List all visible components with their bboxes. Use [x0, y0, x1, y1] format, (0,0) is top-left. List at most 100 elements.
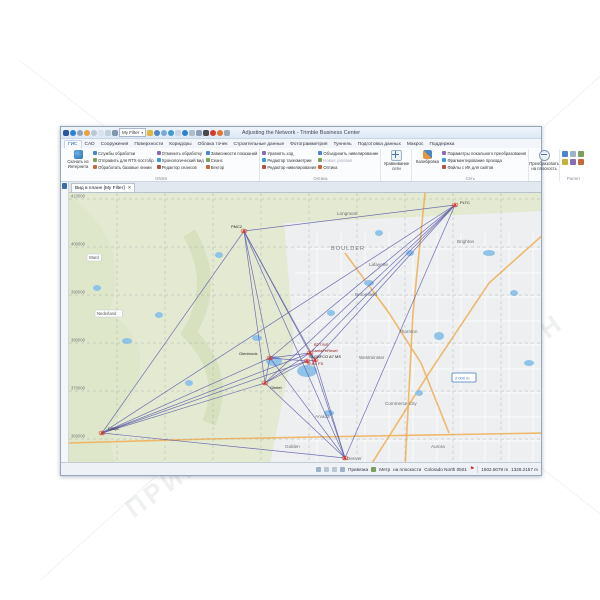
- grid-toggle-icon[interactable]: [324, 467, 329, 472]
- map-city-label: Denver: [347, 456, 362, 461]
- flag-red-icon[interactable]: [210, 130, 216, 136]
- tab-строительные-данные[interactable]: Строительные данные: [231, 141, 288, 148]
- tab-поддержка[interactable]: Поддержка: [426, 141, 457, 148]
- pan-icon[interactable]: [161, 130, 167, 136]
- report-icon[interactable]: [196, 130, 202, 136]
- command-icon: [262, 158, 266, 162]
- compute-tool-icon[interactable]: [578, 159, 584, 165]
- ortho-toggle-icon[interactable]: [332, 467, 337, 472]
- grid-northing-label: 360000: [71, 434, 86, 439]
- ribbon-group-adjust: Уравнивание сети: [380, 149, 411, 181]
- ribbon-button[interactable]: Отправить для RTX-постобр.: [93, 157, 155, 163]
- compute-tool-icon[interactable]: [562, 151, 568, 157]
- ribbon-button[interactable]: Сеанс: [206, 157, 258, 163]
- map-canvas[interactable]: 410000400000390000380000370000360000Long…: [69, 193, 541, 462]
- forward-icon[interactable]: [77, 130, 83, 136]
- map-city-label: Westminster: [359, 355, 385, 360]
- ribbon-button[interactable]: Редактор тахеометрии: [262, 157, 316, 163]
- command-icon: [206, 165, 210, 169]
- tab-коридоры[interactable]: Коридоры: [166, 141, 194, 148]
- map-city-label: BOULDER: [331, 246, 365, 252]
- units-label[interactable]: Метр: [379, 467, 390, 472]
- redo-icon[interactable]: [91, 130, 97, 136]
- transform-button[interactable]: Преобразовать на плоскость: [531, 149, 557, 171]
- ribbon-button[interactable]: Редактор сеансов: [157, 164, 204, 170]
- adjust-network-button[interactable]: Уравнивание сети: [383, 149, 409, 171]
- network-adjust-icon: [391, 150, 402, 161]
- ribbon-button[interactable]: Файлы с ИК для сайтов: [442, 164, 526, 170]
- station-label: B2T MS: [314, 342, 329, 347]
- map-town-label: Nederland: [97, 311, 117, 316]
- ribbon-button[interactable]: Службы обработки: [93, 150, 155, 156]
- tab-подготовка-данных[interactable]: Подготовка данных: [355, 141, 404, 148]
- plan-view-tab[interactable]: Вид в плане [My Filter] ✕: [71, 183, 135, 192]
- snap-mode-icon[interactable]: [316, 467, 321, 472]
- map-view[interactable]: 410000400000390000380000370000360000Long…: [69, 193, 541, 462]
- ribbon-button[interactable]: Объединить нивелирование: [318, 150, 378, 156]
- chevron-down-icon: ▾: [141, 129, 143, 136]
- flag-icon[interactable]: ⚑: [470, 467, 474, 472]
- download-internet-button[interactable]: Скачать из Интернета: [65, 149, 91, 169]
- command-icon: [206, 158, 210, 162]
- open-icon[interactable]: [98, 130, 104, 136]
- ribbon-group-network: Калибровка Параметры локального преобраз…: [411, 149, 528, 181]
- group-label-gnss: GNSS: [65, 176, 257, 181]
- save-icon[interactable]: [105, 130, 111, 136]
- dropdown-icon[interactable]: [224, 130, 230, 136]
- ribbon-button[interactable]: Уравнять ход: [262, 150, 316, 156]
- command-icon: [318, 165, 322, 169]
- ribbon-button[interactable]: Зависимости показаний: [206, 150, 258, 156]
- undo-icon[interactable]: [84, 130, 90, 136]
- layers-status-icon[interactable]: [340, 467, 345, 472]
- ribbon-button[interactable]: Оптика: [318, 164, 378, 170]
- quick-access-toolbar: [63, 130, 118, 136]
- ribbon-group-compute: Расчет: [559, 149, 587, 181]
- command-icon: [262, 165, 266, 169]
- zoom-icon[interactable]: [154, 130, 160, 136]
- ribbon-group-optical: Уравнять ходРедактор тахеометрииРедактор…: [259, 149, 380, 181]
- compute-tool-icon[interactable]: [578, 151, 584, 157]
- layers-icon[interactable]: [175, 130, 181, 136]
- filter-combo[interactable]: My Filter ▾: [119, 128, 146, 137]
- compute-tool-icon[interactable]: [570, 159, 576, 165]
- app-icon[interactable]: [63, 130, 69, 136]
- flag-orange-icon[interactable]: [217, 130, 223, 136]
- ribbon-button[interactable]: Вектор: [206, 164, 258, 170]
- grid-northing-label: 380000: [71, 338, 86, 343]
- snap-icon[interactable]: [182, 130, 188, 136]
- tab-облака-точек[interactable]: Облака точек: [195, 141, 231, 148]
- print-icon[interactable]: [189, 130, 195, 136]
- ribbon-button[interactable]: Редактор нивелирования: [262, 164, 316, 170]
- tab-туннель[interactable]: Туннель: [331, 141, 355, 148]
- compute-tool-icon[interactable]: [562, 159, 568, 165]
- close-icon[interactable]: ✕: [128, 185, 132, 191]
- globe-icon[interactable]: [168, 130, 174, 136]
- tab-сооружения[interactable]: Сооружения: [98, 141, 132, 148]
- ribbon-button[interactable]: Отменить обработку: [157, 150, 204, 156]
- tab-фотограмметрия[interactable]: Фотограмметрия: [287, 141, 330, 148]
- ribbon-button[interactable]: Параметры локального преобразования: [442, 150, 526, 156]
- ribbon-button[interactable]: Хронологический вид: [157, 157, 204, 163]
- ribbon-group-transform: Преобразовать на плоскость: [528, 149, 559, 181]
- tab-гис[interactable]: ГИС: [64, 140, 82, 148]
- station-label: SLGBFCO A7 MS: [309, 354, 341, 359]
- compute-tool-icon[interactable]: [570, 151, 576, 157]
- select-icon[interactable]: [147, 130, 153, 136]
- snap-label[interactable]: Привязка: [348, 467, 368, 472]
- tab-макрос[interactable]: Макрос: [404, 141, 427, 148]
- coordinate-system-label[interactable]: Colorado North 0501: [424, 467, 467, 472]
- cursor-easting: 1502.5079 m: [481, 467, 508, 472]
- import-icon[interactable]: [112, 130, 118, 136]
- ribbon-tab-row: ГИСCADСооруженияПоверхностиКоридорыОблак…: [61, 139, 541, 148]
- project-explorer-collapsed-tab[interactable]: [61, 182, 69, 462]
- ribbon-button[interactable]: Новая узловая: [318, 157, 378, 163]
- back-icon[interactable]: [70, 130, 76, 136]
- calibration-button[interactable]: Калибровка: [414, 149, 440, 165]
- ribbon-button[interactable]: Фрагментирование прохода: [442, 157, 526, 163]
- ribbon-button[interactable]: Обработать базовые линии: [93, 164, 155, 170]
- map-city-label: Arvada: [315, 414, 330, 419]
- map-city-label: Brighton: [457, 239, 475, 244]
- tab-поверхности[interactable]: Поверхности: [131, 141, 166, 148]
- flag-black-icon[interactable]: [203, 130, 209, 136]
- tab-cad[interactable]: CAD: [82, 141, 98, 148]
